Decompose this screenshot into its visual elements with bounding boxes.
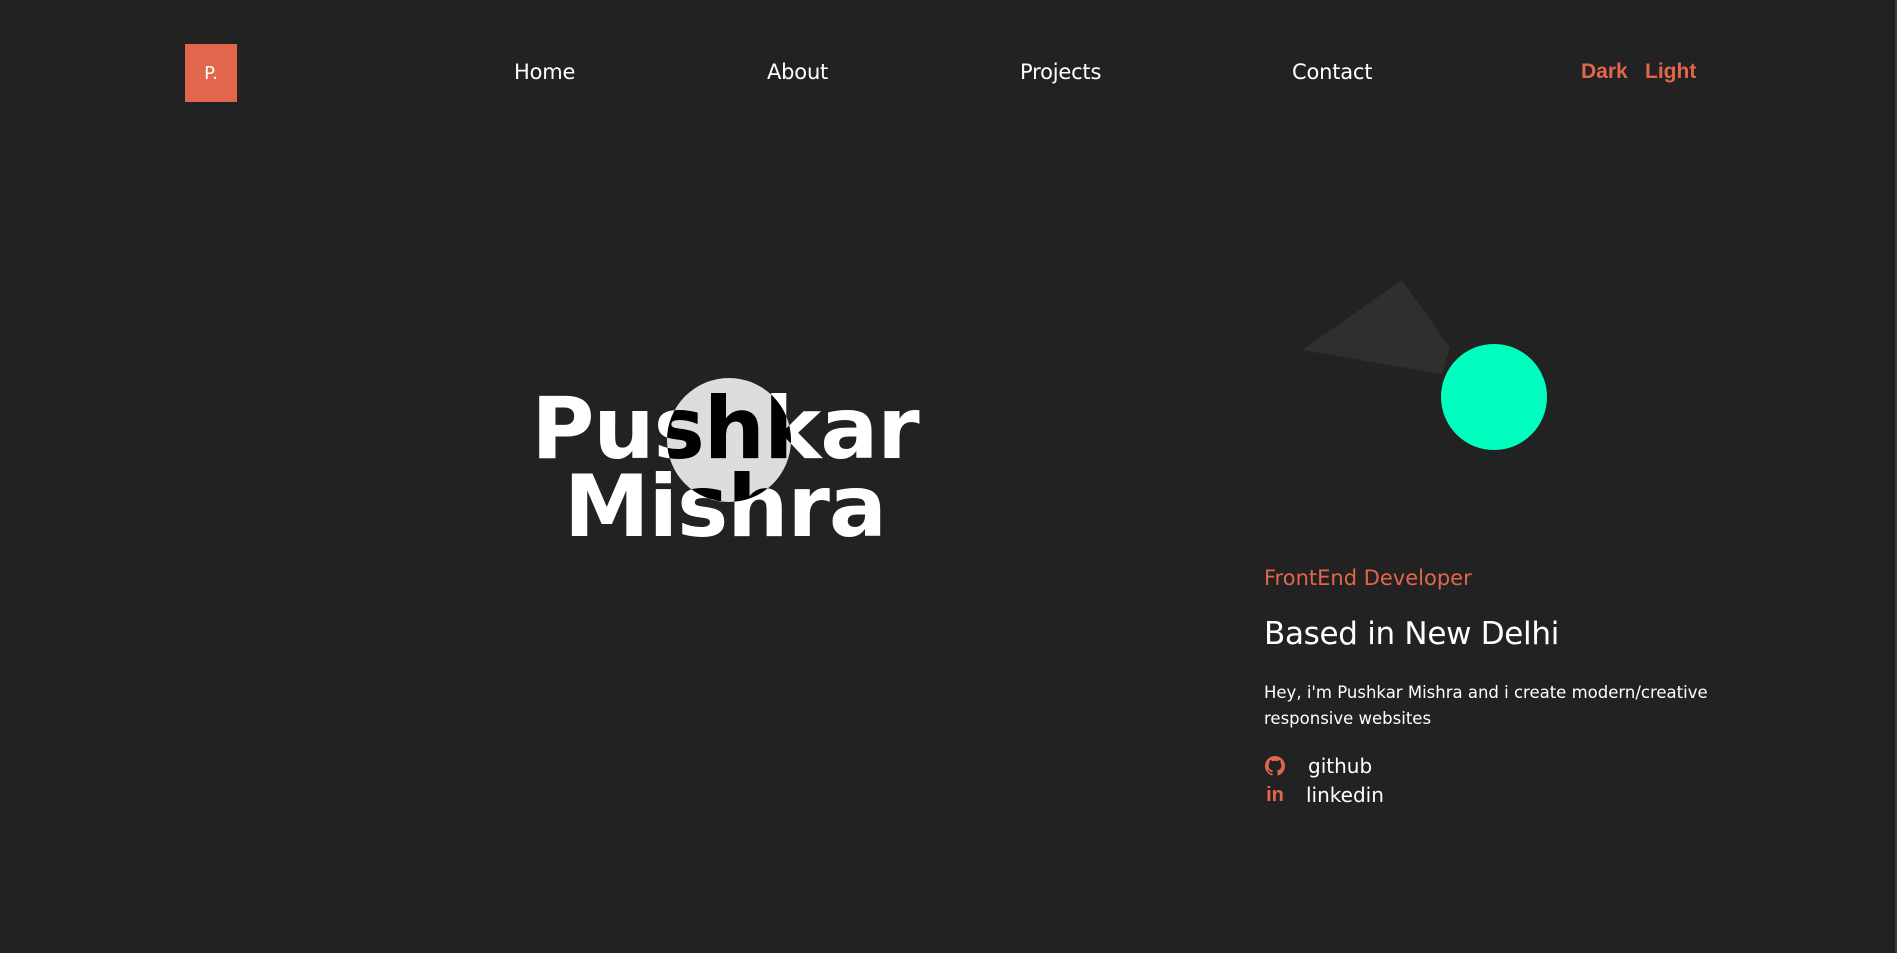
github-icon: [1264, 755, 1286, 777]
nav-home[interactable]: Home: [514, 60, 575, 84]
bio-text: Hey, i'm Pushkar Mishra and i create mod…: [1264, 683, 1708, 728]
nav-about[interactable]: About: [767, 60, 828, 84]
github-label: github: [1308, 754, 1373, 778]
triangle-shape: [1302, 280, 1450, 374]
linkedin-label: linkedin: [1306, 783, 1384, 807]
light-theme-button[interactable]: Light: [1645, 60, 1696, 84]
location-text: Based in New Delhi: [1264, 616, 1560, 652]
decorative-shapes: [1302, 280, 1547, 450]
linkedin-icon: in: [1266, 784, 1284, 806]
nav-contact[interactable]: Contact: [1292, 60, 1373, 84]
github-link[interactable]: github: [1264, 754, 1372, 778]
logo[interactable]: P.: [185, 44, 237, 102]
role-text: FrontEnd Developer: [1264, 566, 1472, 590]
hero-name: Pushkar Mishra: [520, 386, 930, 557]
hero-last-name: Mishra: [564, 457, 887, 557]
nav-projects[interactable]: Projects: [1020, 60, 1101, 84]
dark-theme-button[interactable]: Dark: [1581, 60, 1628, 84]
linkedin-link[interactable]: in linkedin: [1264, 783, 1384, 807]
mint-circle: [1441, 344, 1547, 450]
page: P. Home About Projects Contact Dark Ligh…: [0, 0, 1897, 953]
